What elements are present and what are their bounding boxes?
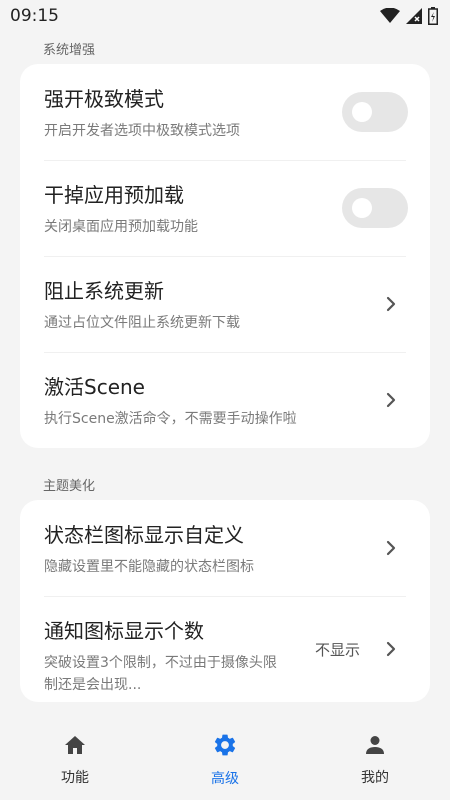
chevron-right-icon [386, 641, 396, 657]
section-card-theme: 状态栏图标显示自定义 隐藏设置里不能隐藏的状态栏图标 通知图标显示个数 突破设置… [20, 500, 430, 702]
setting-statusbar-icons[interactable]: 状态栏图标显示自定义 隐藏设置里不能隐藏的状态栏图标 [20, 500, 430, 596]
section-card-system: 强开极致模式 开启开发者选项中极致模式选项 干掉应用预加载 关闭桌面应用预加载功… [20, 64, 430, 448]
setting-title: 干掉应用预加载 [44, 183, 184, 207]
setting-activate-scene[interactable]: 激活Scene 执行Scene激活命令，不需要手动操作啦 [20, 352, 430, 448]
setting-title: 激活Scene [44, 375, 145, 399]
setting-notification-icon-count[interactable]: 通知图标显示个数 突破设置3个限制，不过由于摄像头限制还是会出现... 不显示 [20, 596, 430, 702]
status-time: 09:15 [10, 6, 59, 26]
setting-title: 阻止系统更新 [44, 279, 164, 303]
setting-disable-preload[interactable]: 干掉应用预加载 关闭桌面应用预加载功能 [20, 160, 430, 256]
setting-desc: 关闭桌面应用预加载功能 [44, 219, 198, 235]
content-scroll[interactable]: 系统增强 强开极致模式 开启开发者选项中极致模式选项 干掉应用预加载 关闭桌面应… [0, 32, 450, 720]
setting-title: 状态栏图标显示自定义 [44, 523, 244, 547]
section-title-system: 系统增强 [43, 42, 96, 58]
setting-desc: 执行Scene激活命令，不需要手动操作啦 [44, 411, 297, 427]
nav-item-advanced[interactable]: 高级 [150, 720, 300, 800]
person-icon [366, 736, 384, 754]
gear-icon [214, 734, 236, 756]
setting-desc: 开启开发者选项中极致模式选项 [44, 123, 240, 139]
extreme-mode-toggle[interactable] [342, 92, 408, 132]
wifi-icon [380, 8, 400, 23]
chevron-right-icon [386, 296, 396, 312]
nav-item-mine[interactable]: 我的 [300, 720, 450, 800]
section-title-theme: 主题美化 [43, 478, 96, 494]
setting-desc: 隐藏设置里不能隐藏的状态栏图标 [44, 559, 254, 575]
nav-label: 功能 [61, 770, 89, 786]
setting-extreme-mode[interactable]: 强开极致模式 开启开发者选项中极致模式选项 [20, 64, 430, 160]
setting-title: 强开极致模式 [44, 87, 164, 111]
chevron-right-icon [386, 540, 396, 556]
disable-preload-toggle[interactable] [342, 188, 408, 228]
nav-item-features[interactable]: 功能 [0, 720, 150, 800]
signal-icon [406, 8, 422, 24]
chevron-right-icon [386, 392, 396, 408]
bottom-nav: 功能 高级 我的 [0, 720, 450, 800]
setting-block-update[interactable]: 阻止系统更新 通过占位文件阻止系统更新下载 [20, 256, 430, 352]
home-icon [65, 736, 85, 754]
setting-desc: 通过占位文件阻止系统更新下载 [44, 315, 240, 331]
status-icons [380, 7, 438, 25]
nav-label: 高级 [211, 771, 239, 787]
setting-value: 不显示 [314, 641, 360, 659]
nav-label: 我的 [361, 770, 389, 786]
battery-icon [428, 7, 438, 25]
status-bar: 09:15 [0, 0, 450, 32]
